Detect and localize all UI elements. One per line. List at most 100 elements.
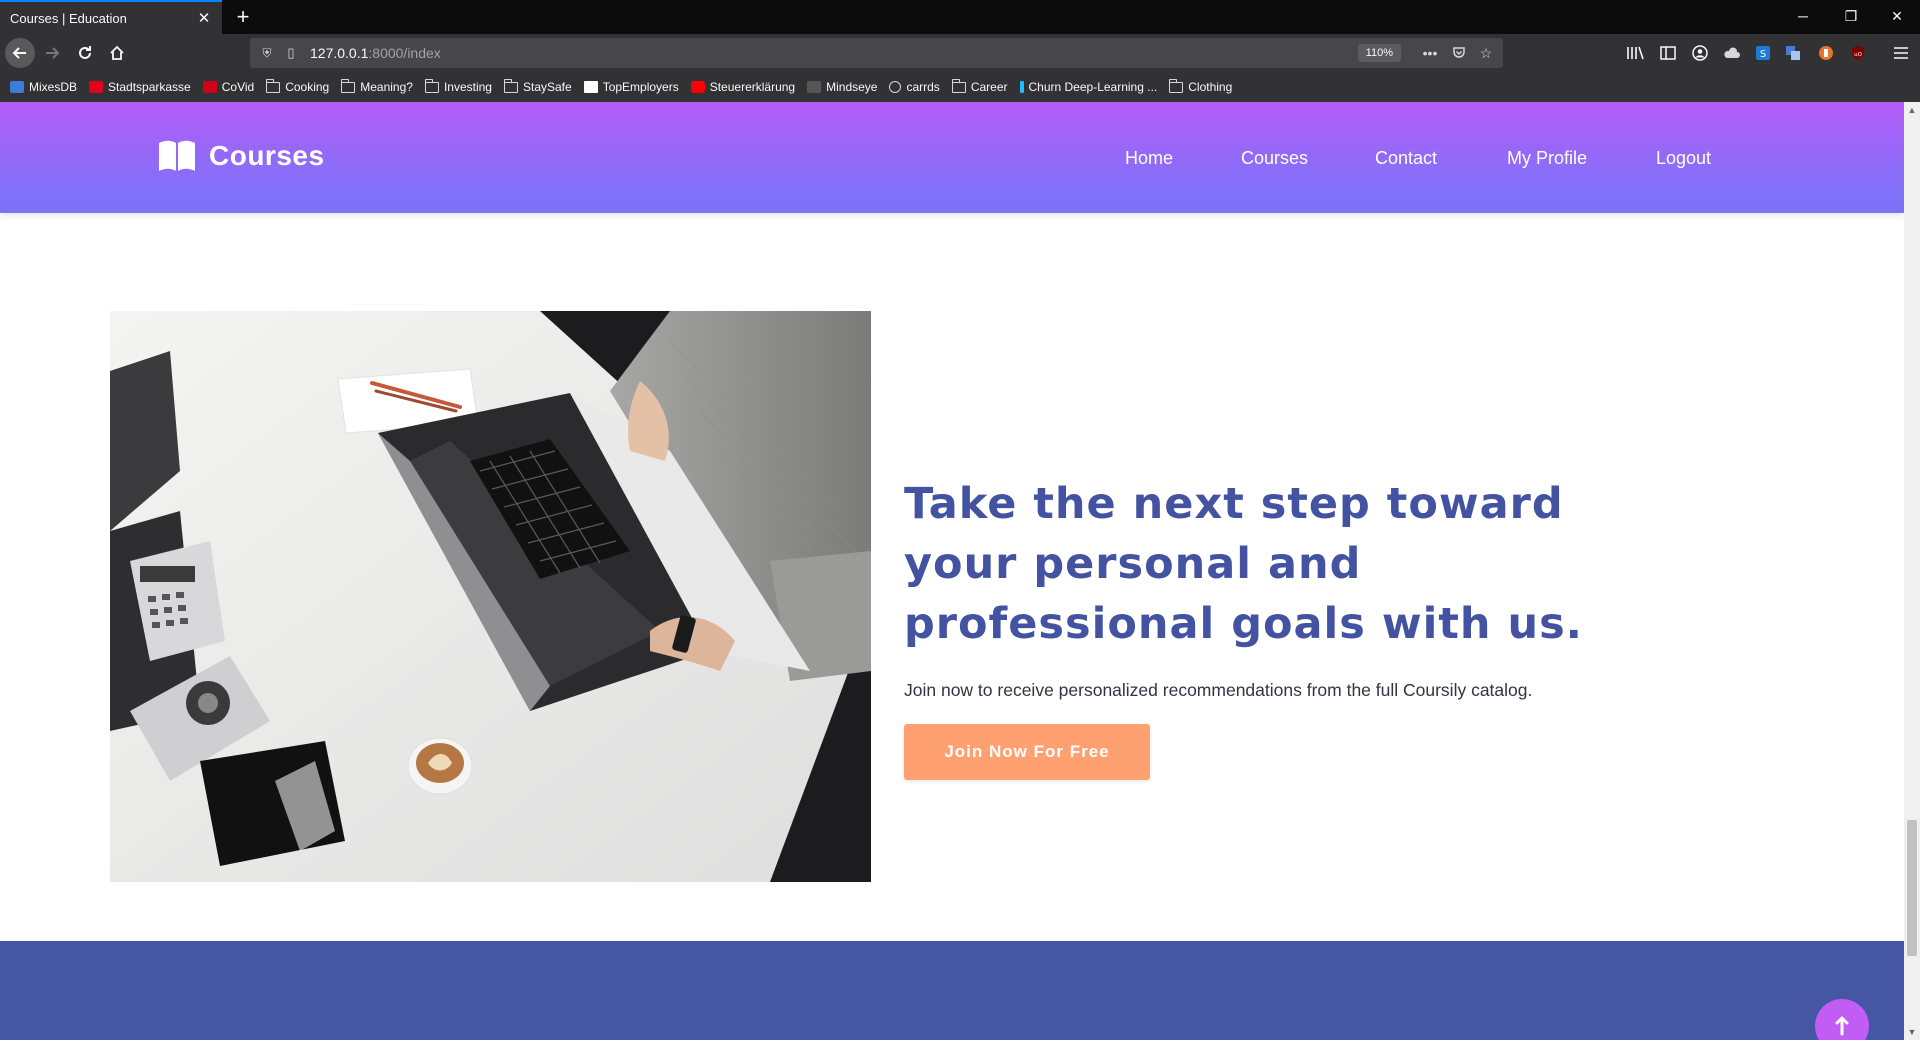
bookmark-item[interactable]: Churn Deep-Learning ... (1019, 80, 1158, 94)
extension-s-icon[interactable]: S (1752, 42, 1774, 64)
mixesdb-icon (10, 81, 24, 93)
restore-button[interactable]: ❐ (1828, 0, 1874, 32)
globe-icon (889, 81, 902, 93)
covid-icon (202, 81, 217, 93)
bookmark-item[interactable]: Mindseye (807, 80, 877, 94)
library-icon[interactable] (1624, 42, 1646, 64)
medium-icon (583, 81, 598, 93)
bookmark-item[interactable]: Investing (424, 78, 492, 94)
reload-button[interactable] (71, 39, 99, 67)
zoom-indicator[interactable]: 110% (1357, 44, 1401, 62)
browser-tab-bar: Courses | Education ✕ + ─ ❐ ✕ (0, 0, 1920, 34)
bookmark-item[interactable]: carrds (889, 80, 940, 94)
svg-text:S: S (1760, 49, 1766, 60)
tracking-shield-icon[interactable]: ⛨ (258, 46, 276, 61)
bookmark-item[interactable]: StaySafe (503, 78, 572, 94)
bookmark-item[interactable]: Stadtsparkasse (89, 80, 191, 94)
nav-logout[interactable]: Logout (1656, 148, 1711, 169)
bookmark-label: Cooking (285, 80, 330, 94)
page-viewport: Courses Home Courses Contact My Profile … (0, 102, 1920, 1040)
pocket-icon[interactable] (1448, 42, 1470, 64)
bookmark-label: Career (970, 80, 1008, 94)
extension-orange-icon[interactable] (1815, 42, 1837, 64)
bookmark-item[interactable]: Career (951, 78, 1008, 94)
kaggle-icon (1019, 81, 1024, 93)
hero-subtext: Join now to receive personalized recomme… (904, 680, 1533, 700)
scroll-down-arrow-icon[interactable]: ▼ (1904, 1024, 1920, 1040)
bookmark-label: Churn Deep-Learning ... (1028, 80, 1158, 94)
page-info-icon[interactable]: ▯ (282, 45, 300, 61)
bookmark-item[interactable]: Clothing (1169, 78, 1233, 94)
svg-text:uO: uO (1854, 52, 1862, 58)
bookmark-label: Mindseye (826, 80, 878, 94)
bookmark-item[interactable]: CoVid (202, 80, 255, 94)
minimize-button[interactable]: ─ (1780, 0, 1826, 32)
mindseye-icon (807, 81, 822, 93)
site-header: Courses Home Courses Contact My Profile … (0, 102, 1904, 213)
bookmark-label: Steuererklärung (709, 80, 796, 94)
tab-close-icon[interactable]: ✕ (196, 10, 212, 27)
folder-icon (951, 78, 966, 93)
bookmark-label: Stadtsparkasse (108, 80, 191, 94)
folder-icon (503, 78, 518, 93)
forward-button[interactable] (38, 39, 66, 67)
bookmark-item[interactable]: Meaning? (341, 78, 413, 94)
sparkasse-icon (89, 81, 104, 93)
youtube-icon (690, 81, 705, 93)
browser-toolbar: ⛨ ▯ 127.0.0.1:8000/index 110% ••• ☆ S uO (0, 34, 1920, 72)
folder-icon (424, 78, 439, 93)
new-tab-button[interactable]: + (230, 4, 256, 30)
arrow-right-icon (46, 47, 60, 59)
sidebar-icon[interactable] (1657, 42, 1679, 64)
address-bar[interactable]: ⛨ ▯ 127.0.0.1:8000/index 110% ••• ☆ (250, 38, 1503, 68)
bookmark-label: Meaning? (360, 80, 413, 94)
nav-contact[interactable]: Contact (1375, 148, 1437, 169)
folder-icon (1169, 78, 1184, 93)
nav-home[interactable]: Home (1125, 148, 1173, 169)
ublock-icon[interactable]: uO (1847, 42, 1869, 64)
account-icon[interactable] (1689, 42, 1711, 64)
bookmark-label: TopEmployers (602, 80, 679, 94)
bookmark-star-icon[interactable]: ☆ (1475, 42, 1497, 64)
bookmark-item[interactable]: TopEmployers (583, 80, 679, 94)
folder-icon (266, 78, 281, 93)
scroll-up-arrow-icon[interactable]: ▲ (1904, 102, 1920, 118)
page-scrollbar[interactable]: ▲ ▼ (1904, 102, 1920, 1040)
reload-icon (79, 46, 91, 59)
url-path: :8000/index (368, 45, 441, 61)
home-button[interactable] (103, 39, 131, 67)
bookmark-label: Clothing (1188, 80, 1233, 94)
brand-name: Courses (209, 140, 325, 171)
brand-logo[interactable]: Courses (157, 139, 325, 173)
close-window-button[interactable]: ✕ (1874, 0, 1920, 32)
scrollbar-thumb[interactable] (1907, 820, 1917, 956)
arrow-left-icon (12, 47, 26, 59)
folder-icon (341, 78, 356, 93)
nav-my-profile[interactable]: My Profile (1507, 148, 1587, 169)
bookmark-label: Investing (443, 80, 492, 94)
extension-cloud-icon[interactable] (1721, 42, 1743, 64)
hamburger-menu-icon[interactable] (1890, 42, 1912, 64)
nav-courses[interactable]: Courses (1241, 148, 1308, 169)
bookmark-item[interactable]: MixesDB (10, 80, 77, 94)
bookmarks-toolbar: MixesDB Stadtsparkasse CoVid Cooking Meaning… (0, 72, 1920, 102)
url-host: 127.0.0.1 (310, 45, 369, 61)
translate-icon[interactable] (1782, 42, 1804, 64)
back-button[interactable] (5, 38, 35, 68)
url-text[interactable]: 127.0.0.1:8000/index (310, 45, 441, 61)
bookmark-label: MixesDB (29, 80, 78, 94)
hero-image (110, 311, 871, 882)
bookmark-item[interactable]: Cooking (266, 78, 330, 94)
join-now-button[interactable]: Join Now For Free (904, 724, 1150, 780)
bookmark-label: CoVid (221, 80, 255, 94)
hero-headline: Take the next step toward your personal … (904, 479, 1583, 649)
active-tab[interactable]: Courses | Education ✕ (0, 0, 222, 34)
open-book-icon (159, 140, 195, 171)
arrow-up-icon (1835, 1016, 1849, 1036)
footer-section (0, 941, 1904, 1040)
bookmark-label: StaySafe (522, 80, 572, 94)
page-actions-icon[interactable]: ••• (1419, 42, 1441, 64)
tab-title: Courses | Education (10, 10, 127, 26)
bookmark-item[interactable]: Steuererklärung (690, 80, 796, 94)
home-icon (110, 45, 124, 60)
